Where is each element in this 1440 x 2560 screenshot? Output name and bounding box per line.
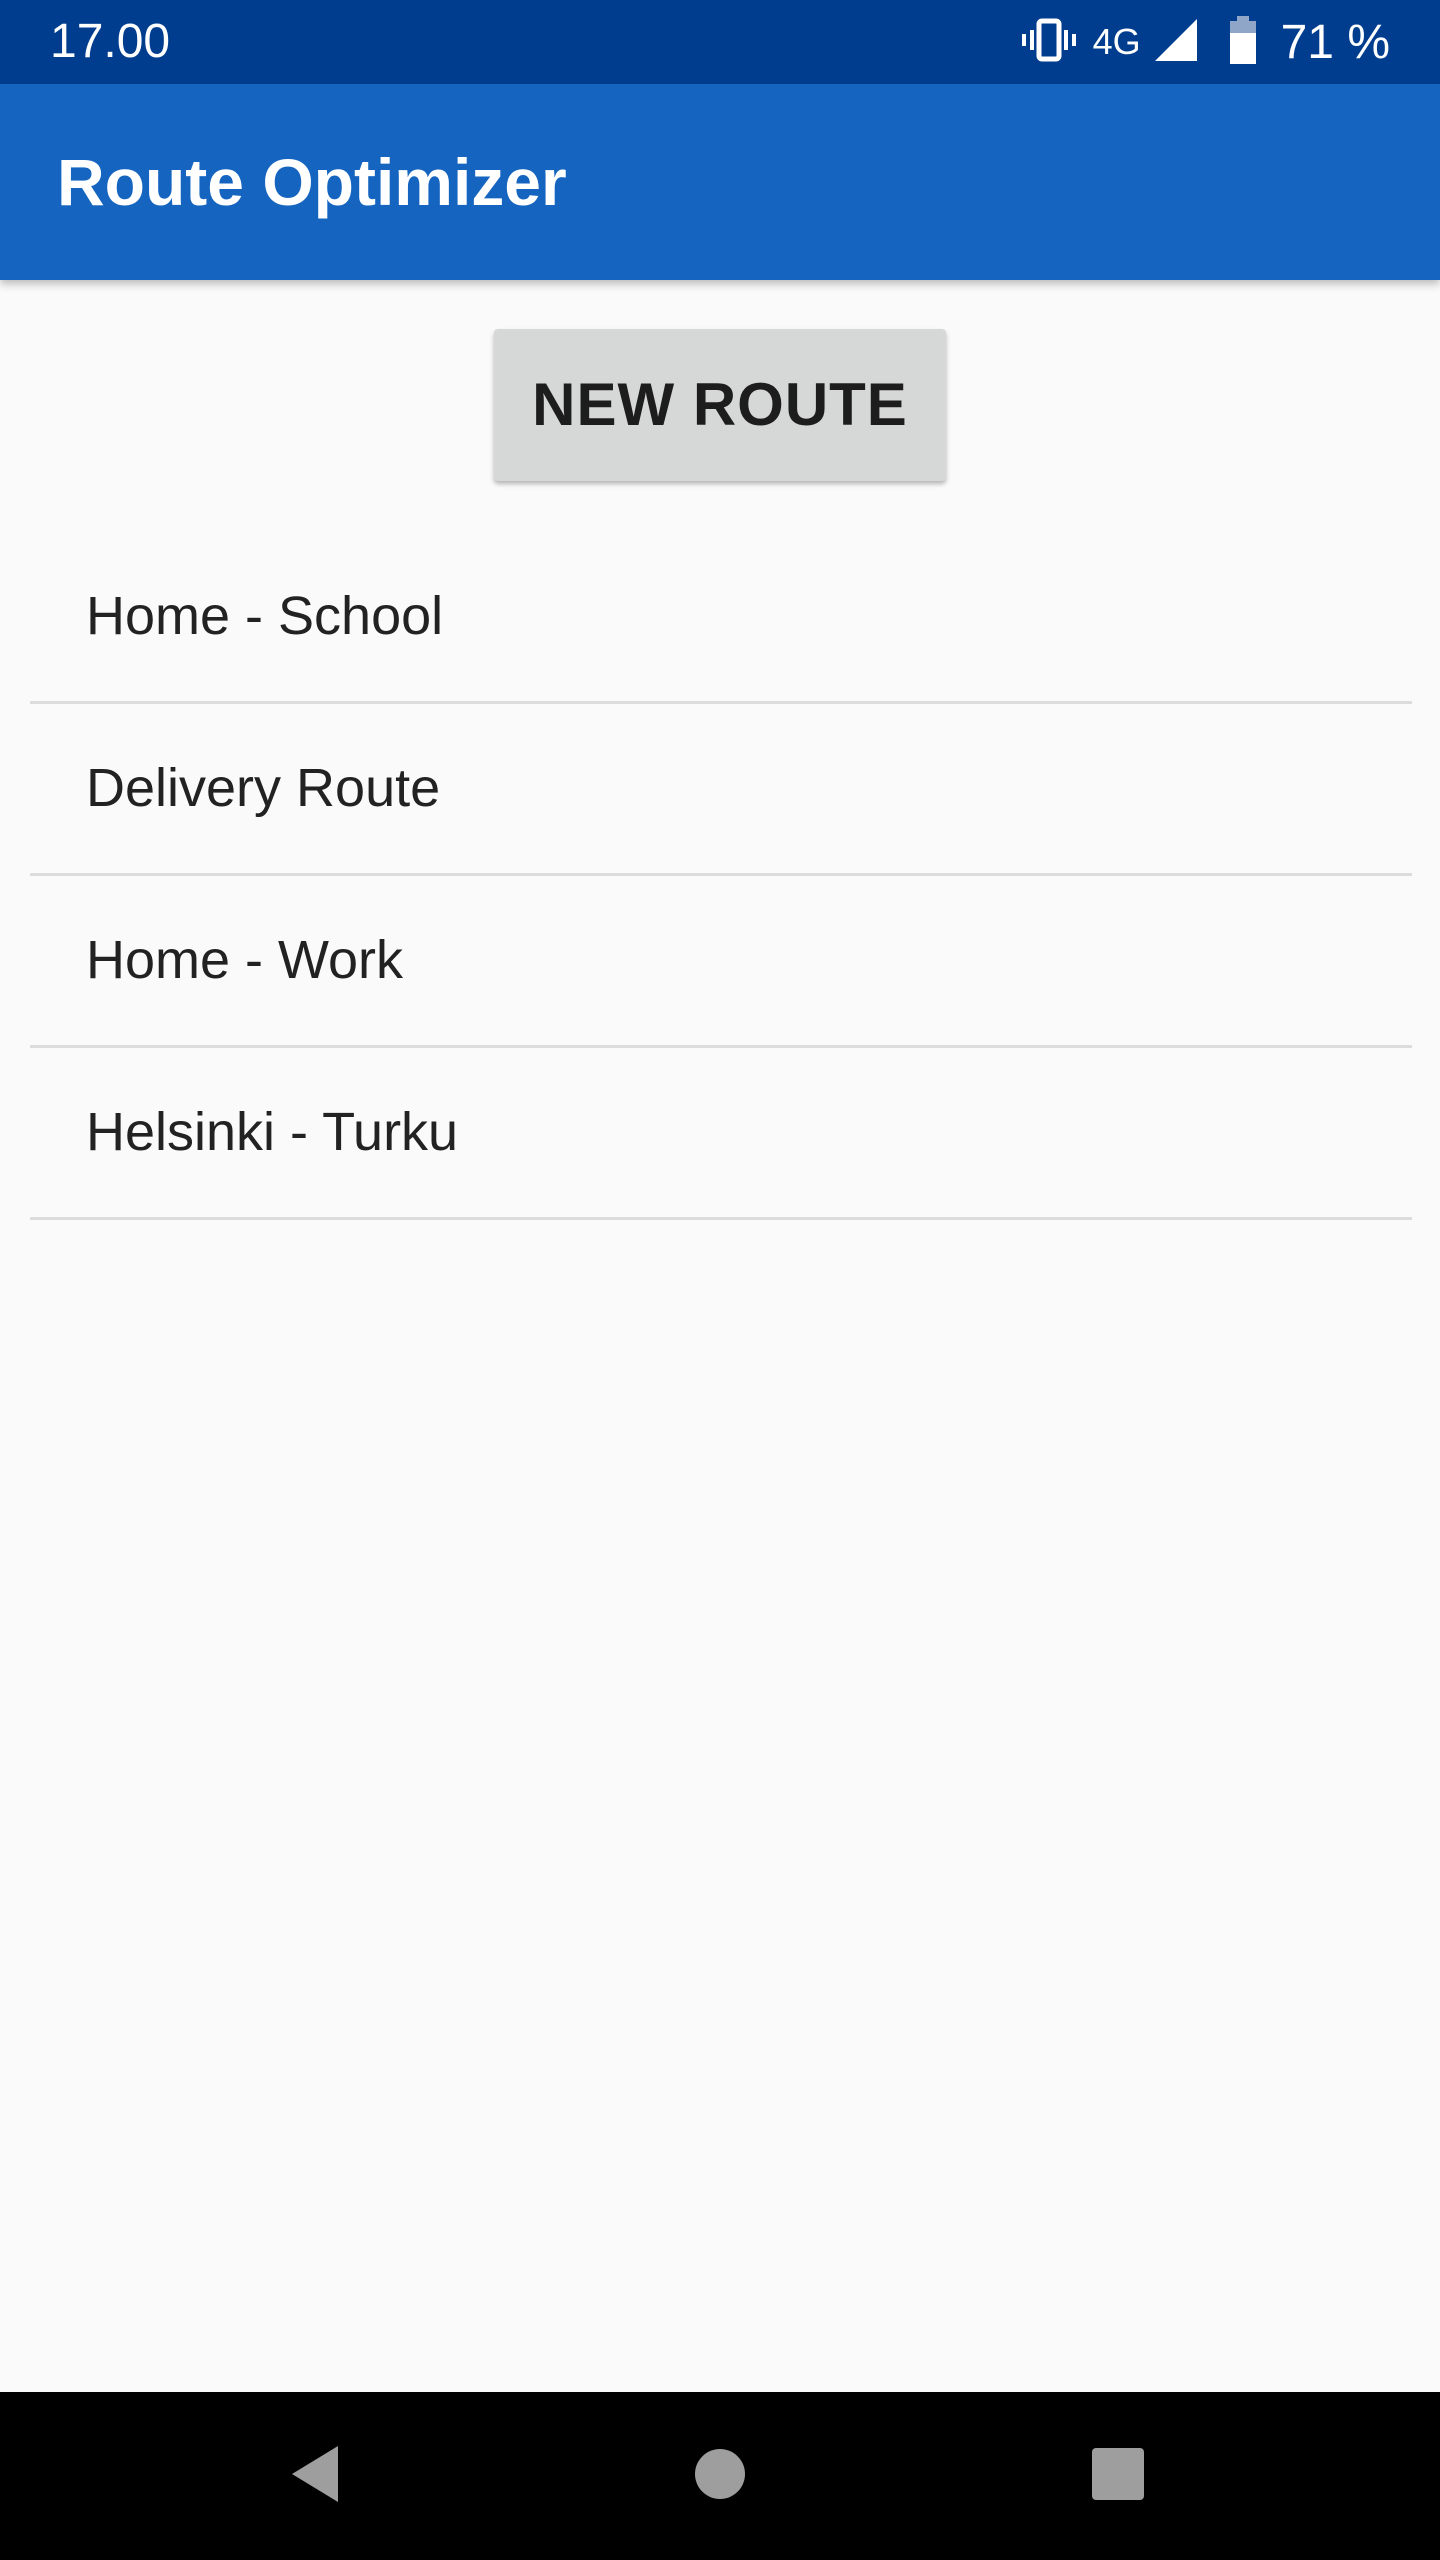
route-item-delivery-route[interactable]: Delivery Route <box>30 704 1412 876</box>
status-icons: 4G 71 % <box>1021 0 1390 84</box>
status-time: 17.00 <box>50 15 171 68</box>
app-bar: Route Optimizer <box>0 84 1440 280</box>
back-icon <box>286 2442 346 2510</box>
status-bar: 17.00 4G 71 % <box>0 0 1440 84</box>
battery-icon <box>1229 16 1257 68</box>
battery-percent: 71 % <box>1280 15 1390 69</box>
network-type: 4G <box>1092 21 1141 62</box>
new-route-button[interactable]: NEW ROUTE <box>494 329 946 481</box>
app-title: Route Optimizer <box>57 145 567 219</box>
recents-button[interactable] <box>1034 2392 1202 2560</box>
signal-icon <box>1153 17 1199 67</box>
home-icon <box>693 2447 747 2505</box>
route-item-label: Delivery Route <box>86 758 441 818</box>
recents-icon <box>1091 2447 1145 2505</box>
vibrate-icon <box>1021 18 1077 66</box>
home-button[interactable] <box>636 2392 804 2560</box>
back-button[interactable] <box>232 2392 400 2560</box>
route-item-label: Home - Work <box>86 930 404 990</box>
route-item-home-work[interactable]: Home - Work <box>30 876 1412 1048</box>
route-item-label: Helsinki - Turku <box>86 1102 459 1162</box>
route-item-home-school[interactable]: Home - School <box>30 532 1412 704</box>
route-item-helsinki-turku[interactable]: Helsinki - Turku <box>30 1048 1412 1220</box>
route-list: Home - School Delivery Route Home - Work… <box>30 532 1412 1220</box>
route-item-label: Home - School <box>86 586 444 646</box>
app-screen: 17.00 4G 71 % Route Optimizer NEW ROUTE … <box>0 0 1440 2560</box>
navigation-bar <box>0 2392 1440 2560</box>
